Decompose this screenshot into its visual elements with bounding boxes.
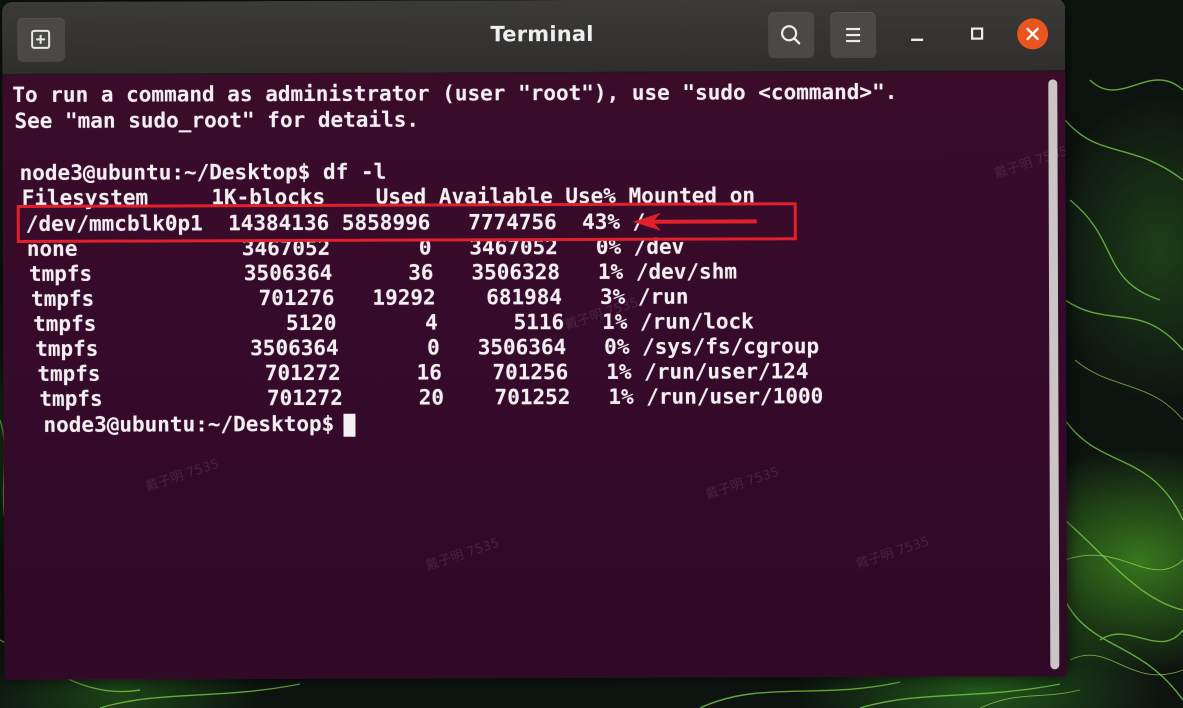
watermark-text: 戴子明 7535 xyxy=(424,535,502,574)
minimize-button[interactable] xyxy=(902,19,932,49)
command-line: node3@ubuntu:~/Desktop$ df -l xyxy=(19,159,387,185)
df-table-row: tmpfs 3506364 36 3506328 1% /dev/shm xyxy=(28,259,738,286)
new-tab-button[interactable] xyxy=(17,17,66,62)
text-cursor xyxy=(343,413,356,437)
watermark-text: 戴子明 7535 xyxy=(854,534,932,573)
scrollbar[interactable] xyxy=(1048,79,1060,670)
df-table-row: tmpfs 3506364 0 3506364 0% /sys/fs/cgrou… xyxy=(35,334,820,361)
new-tab-icon xyxy=(31,29,51,49)
intro-line: See "man sudo_root" for details. xyxy=(14,107,420,133)
df-table-row: tmpfs 5120 4 5116 1% /run/lock xyxy=(33,309,754,336)
close-button[interactable] xyxy=(1017,18,1049,50)
terminal-output[interactable]: To run a command as administrator (user … xyxy=(2,71,1068,680)
menu-button[interactable] xyxy=(830,11,877,59)
search-icon xyxy=(781,25,801,45)
title-bar[interactable]: Terminal xyxy=(2,0,1066,75)
minimize-icon xyxy=(911,38,924,42)
intro-line: To run a command as administrator (user … xyxy=(12,79,898,107)
watermark-text: 戴子明 7535 xyxy=(703,464,781,503)
maximize-icon xyxy=(970,27,984,40)
window-title: Terminal xyxy=(490,21,594,47)
search-button[interactable] xyxy=(768,12,815,59)
maximize-button[interactable] xyxy=(962,19,992,49)
close-icon xyxy=(1026,27,1039,41)
df-table-row: tmpfs 701272 16 701256 1% /run/user/124 xyxy=(37,359,809,386)
df-table-row: tmpfs 701272 20 701252 1% /run/user/1000 xyxy=(39,384,824,411)
terminal-window: Terminal To run a command as administrat… xyxy=(2,0,1068,680)
watermark-text: 戴子明 7535 xyxy=(143,456,221,495)
hamburger-menu-icon xyxy=(846,27,861,43)
arrow-annotation-icon xyxy=(632,212,757,231)
shell-prompt: node3@ubuntu:~/Desktop$ xyxy=(43,411,347,437)
